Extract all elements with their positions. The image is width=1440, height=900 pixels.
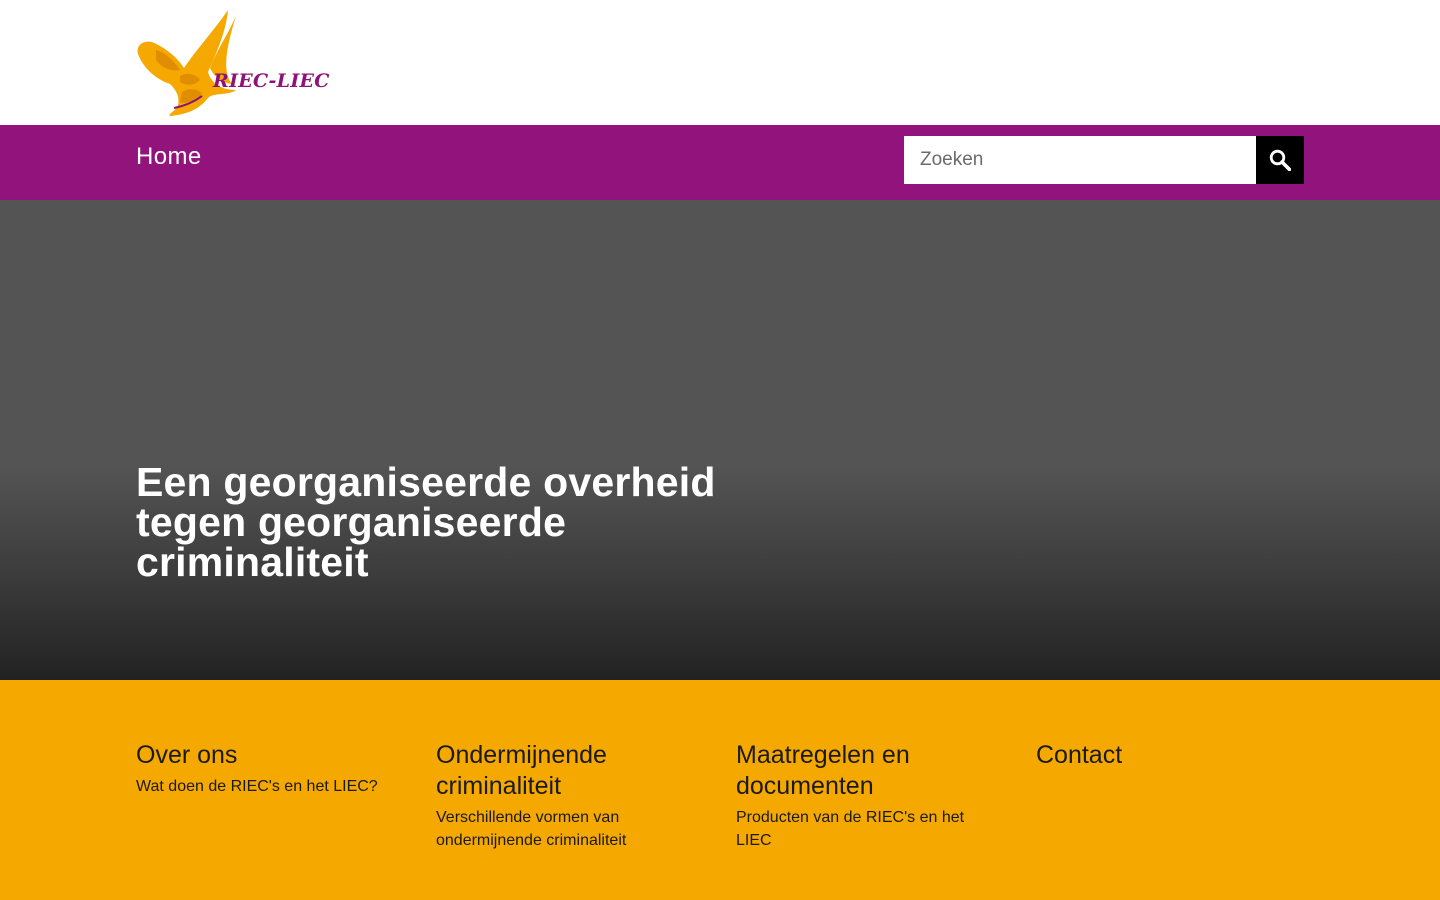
- footer-link-maatregelen-en-documenten[interactable]: Maatregelen en documenten: [736, 740, 996, 802]
- footer-link-over-ons[interactable]: Over ons: [136, 740, 396, 771]
- eagle-logo-icon: [137, 10, 236, 116]
- footer-description: Wat doen de RIEC's en het LIEC?: [136, 778, 378, 795]
- page: RIEC-LIEC Home Een georganiseerde overhe…: [0, 0, 1440, 900]
- hero-banner: Een georganiseerde overheid tegen georga…: [0, 200, 1440, 680]
- footer-column-contact: Contact: [1036, 740, 1296, 775]
- footer-column-maatregelen: Maatregelen en documenten Producten van …: [736, 740, 996, 852]
- footer-description: Producten van de RIEC's en het LIEC: [736, 809, 965, 849]
- footer-column-over-ons: Over ons Wat doen de RIEC's en het LIEC?: [136, 740, 396, 798]
- search-button[interactable]: [1256, 136, 1304, 184]
- footer-link-contact[interactable]: Contact: [1036, 740, 1296, 771]
- search-icon: [1269, 149, 1291, 171]
- search-input[interactable]: [904, 136, 1256, 184]
- footer-description: Verschillende vormen van ondermijnende c…: [436, 809, 627, 849]
- footer-links: Over ons Wat doen de RIEC's en het LIEC?…: [0, 680, 1440, 900]
- footer-column-ondermijnende-criminaliteit: Ondermijnende criminaliteit Verschillend…: [436, 740, 696, 852]
- nav-home-link[interactable]: Home: [136, 143, 202, 171]
- hero-title: Een georganiseerde overheid tegen georga…: [136, 459, 716, 585]
- site-header: RIEC-LIEC: [0, 0, 1440, 125]
- logo-text: RIEC-LIEC: [213, 70, 330, 92]
- main-nav: Home: [0, 125, 1440, 200]
- footer-link-ondermijnende-criminaliteit[interactable]: Ondermijnende criminaliteit: [436, 740, 696, 802]
- logo-link[interactable]: RIEC-LIEC: [136, 10, 329, 116]
